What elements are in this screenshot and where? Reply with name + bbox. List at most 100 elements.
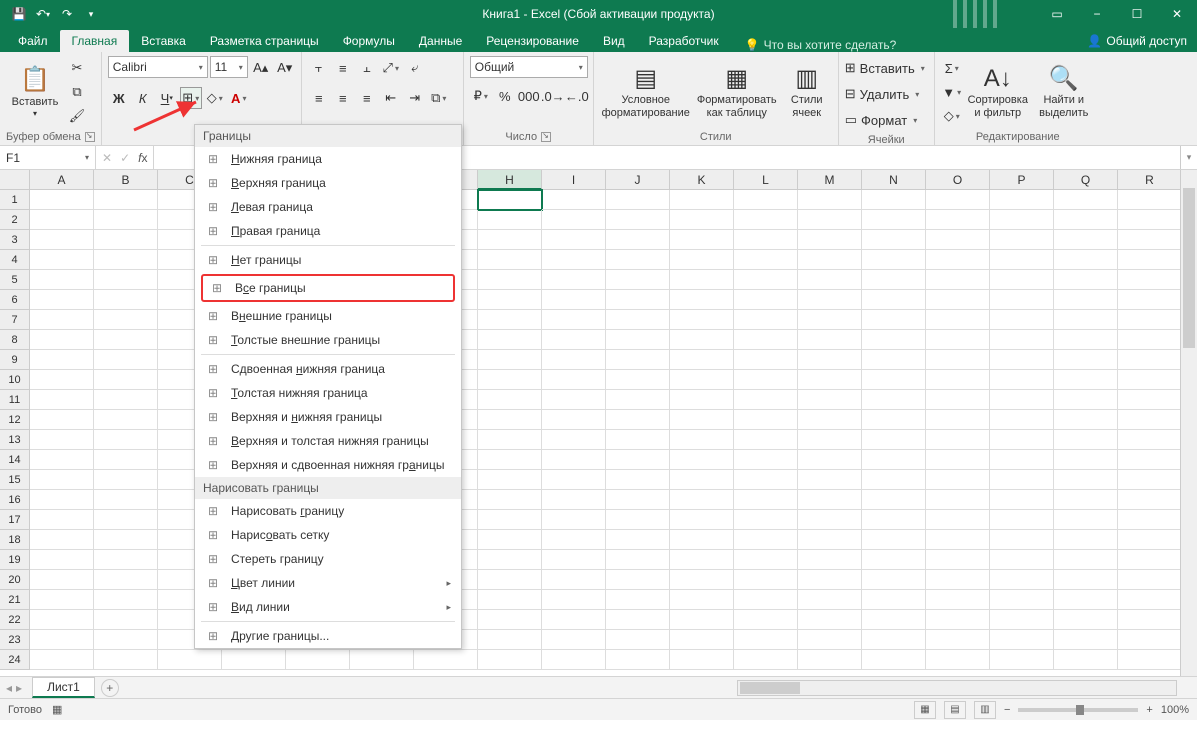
cell[interactable] bbox=[542, 530, 606, 550]
cell[interactable] bbox=[478, 450, 542, 470]
cell[interactable] bbox=[734, 590, 798, 610]
column-header[interactable]: R bbox=[1118, 170, 1182, 190]
cell[interactable] bbox=[606, 570, 670, 590]
number-format-combo[interactable]: Общий▾ bbox=[470, 56, 588, 78]
add-sheet-button[interactable]: + bbox=[101, 679, 119, 697]
tab-formulas[interactable]: Формулы bbox=[331, 30, 407, 52]
cell[interactable] bbox=[30, 550, 94, 570]
cell[interactable] bbox=[1054, 290, 1118, 310]
cell[interactable] bbox=[542, 350, 606, 370]
minimize-button[interactable]: − bbox=[1077, 0, 1117, 28]
cell[interactable] bbox=[990, 510, 1054, 530]
cell[interactable] bbox=[862, 610, 926, 630]
cell[interactable] bbox=[798, 210, 862, 230]
cell[interactable] bbox=[1118, 410, 1182, 430]
sheet-nav-prev[interactable]: ◂ bbox=[6, 681, 12, 695]
cell[interactable] bbox=[670, 210, 734, 230]
cell[interactable] bbox=[926, 470, 990, 490]
cell[interactable] bbox=[30, 190, 94, 210]
cell[interactable] bbox=[478, 330, 542, 350]
cell[interactable] bbox=[606, 530, 670, 550]
cell[interactable] bbox=[734, 490, 798, 510]
autosum-button[interactable]: Σ bbox=[941, 57, 963, 79]
cell[interactable] bbox=[862, 550, 926, 570]
cell[interactable] bbox=[94, 370, 158, 390]
tab-file[interactable]: Файл bbox=[6, 30, 60, 52]
cell[interactable] bbox=[30, 630, 94, 650]
tab-insert[interactable]: Вставка bbox=[129, 30, 198, 52]
borders-menu-item[interactable]: ⊞Верхняя граница bbox=[195, 171, 461, 195]
cell[interactable] bbox=[542, 210, 606, 230]
clear-button[interactable]: ◇ bbox=[941, 105, 963, 127]
cell[interactable] bbox=[1054, 230, 1118, 250]
cell[interactable] bbox=[862, 470, 926, 490]
cell[interactable] bbox=[670, 610, 734, 630]
view-page-layout-button[interactable]: ▤ bbox=[944, 701, 966, 719]
row-header[interactable]: 7 bbox=[0, 310, 30, 330]
cell[interactable] bbox=[734, 410, 798, 430]
cell[interactable] bbox=[478, 310, 542, 330]
cell[interactable] bbox=[30, 490, 94, 510]
cell[interactable] bbox=[990, 190, 1054, 210]
cell[interactable] bbox=[542, 650, 606, 670]
cell[interactable] bbox=[862, 210, 926, 230]
cell[interactable] bbox=[606, 270, 670, 290]
cell[interactable] bbox=[606, 550, 670, 570]
borders-menu-item[interactable]: ⊞Цвет линии▸ bbox=[195, 571, 461, 595]
cell[interactable] bbox=[670, 310, 734, 330]
cell[interactable] bbox=[798, 430, 862, 450]
cell[interactable] bbox=[734, 330, 798, 350]
cell[interactable] bbox=[798, 470, 862, 490]
borders-menu-item[interactable]: ⊞Толстая нижняя граница bbox=[195, 381, 461, 405]
cell[interactable] bbox=[734, 610, 798, 630]
cell[interactable] bbox=[1118, 630, 1182, 650]
cell[interactable] bbox=[862, 430, 926, 450]
share-button[interactable]: 👤Общий доступ bbox=[1077, 30, 1197, 52]
cell[interactable] bbox=[606, 510, 670, 530]
ribbon-options-button[interactable]: ▭ bbox=[1037, 0, 1077, 28]
cell[interactable] bbox=[542, 270, 606, 290]
tab-view[interactable]: Вид bbox=[591, 30, 637, 52]
cell[interactable] bbox=[862, 450, 926, 470]
cell[interactable] bbox=[734, 370, 798, 390]
cell[interactable] bbox=[798, 510, 862, 530]
cell[interactable] bbox=[990, 430, 1054, 450]
cell[interactable] bbox=[926, 330, 990, 350]
row-header[interactable]: 11 bbox=[0, 390, 30, 410]
cell[interactable] bbox=[606, 210, 670, 230]
cell[interactable] bbox=[798, 290, 862, 310]
view-normal-button[interactable]: ▦ bbox=[914, 701, 936, 719]
cell[interactable] bbox=[30, 510, 94, 530]
cell[interactable] bbox=[1118, 550, 1182, 570]
paste-button[interactable]: 📋 Вставить▾ bbox=[6, 56, 64, 128]
cell[interactable] bbox=[606, 590, 670, 610]
cell[interactable] bbox=[542, 430, 606, 450]
cell[interactable] bbox=[670, 350, 734, 370]
cell[interactable] bbox=[94, 490, 158, 510]
cell[interactable] bbox=[670, 510, 734, 530]
cell[interactable] bbox=[542, 370, 606, 390]
delete-cells-button[interactable]: ⊟Удалить bbox=[845, 83, 920, 105]
cell[interactable] bbox=[926, 490, 990, 510]
cell[interactable] bbox=[30, 290, 94, 310]
cell[interactable] bbox=[606, 470, 670, 490]
cell[interactable] bbox=[926, 630, 990, 650]
cell[interactable] bbox=[734, 270, 798, 290]
borders-menu-item[interactable]: ⊞Другие границы... bbox=[195, 624, 461, 648]
cell[interactable] bbox=[1054, 630, 1118, 650]
cell[interactable] bbox=[606, 310, 670, 330]
cell[interactable] bbox=[1118, 390, 1182, 410]
cell[interactable] bbox=[542, 290, 606, 310]
cell[interactable] bbox=[1118, 310, 1182, 330]
cell[interactable] bbox=[1054, 650, 1118, 670]
cell[interactable] bbox=[670, 530, 734, 550]
cell[interactable] bbox=[606, 250, 670, 270]
align-middle-button[interactable]: ≡ bbox=[332, 57, 354, 79]
cell[interactable] bbox=[926, 550, 990, 570]
row-header[interactable]: 5 bbox=[0, 270, 30, 290]
cell[interactable] bbox=[670, 650, 734, 670]
cell[interactable] bbox=[926, 270, 990, 290]
cell[interactable] bbox=[1054, 470, 1118, 490]
cell[interactable] bbox=[990, 650, 1054, 670]
cut-button[interactable]: ✂ bbox=[66, 57, 88, 79]
